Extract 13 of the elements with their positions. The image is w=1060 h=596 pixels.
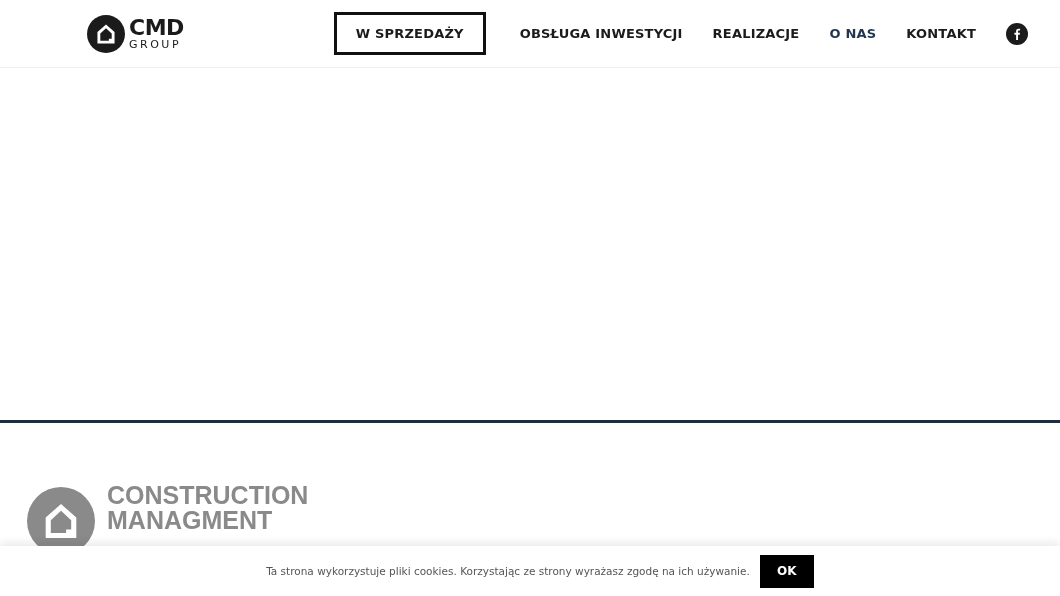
logo-text: CONSTRUCTION — [107, 483, 309, 508]
for-sale-button[interactable]: W SPRZEDAŻY — [333, 12, 486, 55]
house-logo-icon — [87, 14, 125, 53]
logo-text: MANAGMENT — [107, 508, 274, 533]
nav-link[interactable]: KONTAKT — [906, 26, 976, 41]
logo-name: CMD — [129, 17, 184, 39]
facebook-icon[interactable] — [1006, 22, 1028, 45]
cookie-notice: Ta strona wykorzystuje pliki cookies. Korzystając ze strony wyrażasz zgodę na ich używanie. — [266, 565, 750, 577]
nav-link[interactable]: REALIZACJE — [712, 26, 800, 41]
nav-link[interactable]: OBSŁUGA INWESTYCJI — [519, 26, 683, 41]
ok-button[interactable]: OK — [759, 554, 814, 588]
nav-link[interactable]: O NAS — [829, 26, 877, 41]
logo-subtitle: GROUP — [129, 39, 182, 50]
